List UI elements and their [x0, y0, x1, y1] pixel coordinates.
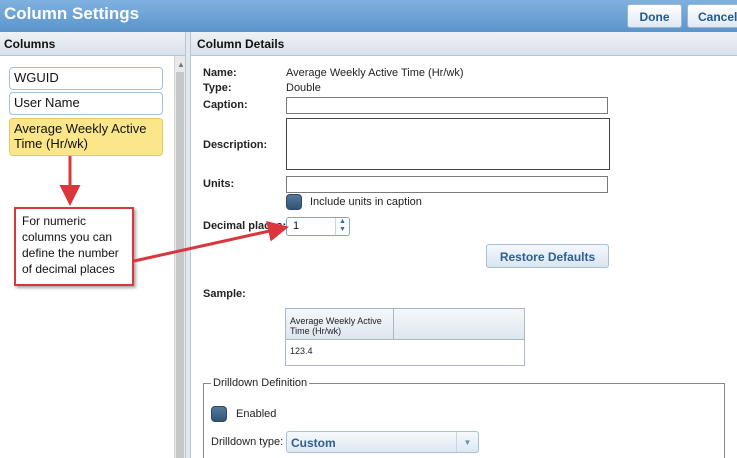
include-units-checkbox[interactable]: [286, 194, 302, 210]
drilldown-enabled-checkbox[interactable]: [211, 406, 227, 422]
scroll-up-icon[interactable]: ▲: [177, 60, 185, 69]
annotation-callout: For numeric columns you can define the n…: [14, 207, 134, 286]
description-label: Description:: [203, 139, 268, 151]
caption-label: Caption:: [203, 99, 248, 111]
increment-icon[interactable]: ▲: [336, 218, 349, 226]
sample-column-header: Average Weekly Active Time (Hr/wk): [290, 316, 382, 336]
name-label: Name:: [203, 67, 237, 79]
sample-grid-header: Average Weekly Active Time (Hr/wk): [286, 309, 524, 340]
cancel-button[interactable]: Cancel: [687, 4, 737, 28]
decimal-places-label: Decimal places:: [203, 220, 287, 232]
sample-label: Sample:: [203, 288, 246, 300]
drilldown-type-value[interactable]: Custom: [291, 436, 336, 450]
columns-header: Columns: [0, 32, 186, 56]
units-input[interactable]: [286, 176, 608, 193]
column-item-average-weekly-active-time[interactable]: Average Weekly Active Time (Hr/wk): [9, 118, 163, 156]
decimal-places-value[interactable]: 1: [293, 220, 299, 232]
column-details-header: Column Details: [191, 32, 737, 56]
restore-defaults-button[interactable]: Restore Defaults: [486, 244, 609, 268]
window-title: Column Settings: [4, 4, 140, 23]
chevron-down-icon[interactable]: ▼: [456, 432, 478, 452]
column-item-wguid[interactable]: WGUID: [9, 67, 163, 90]
units-label: Units:: [203, 178, 235, 190]
type-label: Type:: [203, 82, 232, 94]
panel-splitter[interactable]: [186, 32, 191, 458]
title-bar: Column Settings Done Cancel: [0, 0, 737, 32]
include-units-label: Include units in caption: [310, 196, 422, 208]
name-value: Average Weekly Active Time (Hr/wk): [286, 67, 464, 79]
stepper-arrows[interactable]: ▲ ▼: [335, 218, 349, 235]
column-item-user-name[interactable]: User Name: [9, 92, 163, 115]
sample-cell-value: 123.4: [290, 346, 313, 356]
columns-scrollbar[interactable]: ▲: [174, 56, 185, 458]
drilldown-legend: Drilldown Definition: [211, 377, 310, 389]
column-separator: [393, 309, 394, 340]
decimal-places-stepper[interactable]: 1 ▲ ▼: [286, 217, 350, 236]
caption-input[interactable]: [286, 97, 608, 114]
description-textarea[interactable]: [286, 118, 610, 170]
drilldown-type-select[interactable]: Custom ▼: [286, 431, 479, 453]
drilldown-enabled-label: Enabled: [236, 408, 277, 420]
drilldown-type-label: Drilldown type:: [211, 436, 284, 448]
done-button[interactable]: Done: [627, 4, 682, 28]
decrement-icon[interactable]: ▼: [336, 226, 349, 234]
scrollbar-thumb[interactable]: [176, 72, 184, 458]
sample-grid: Average Weekly Active Time (Hr/wk) 123.4: [285, 308, 525, 366]
type-value: Double: [286, 82, 321, 94]
